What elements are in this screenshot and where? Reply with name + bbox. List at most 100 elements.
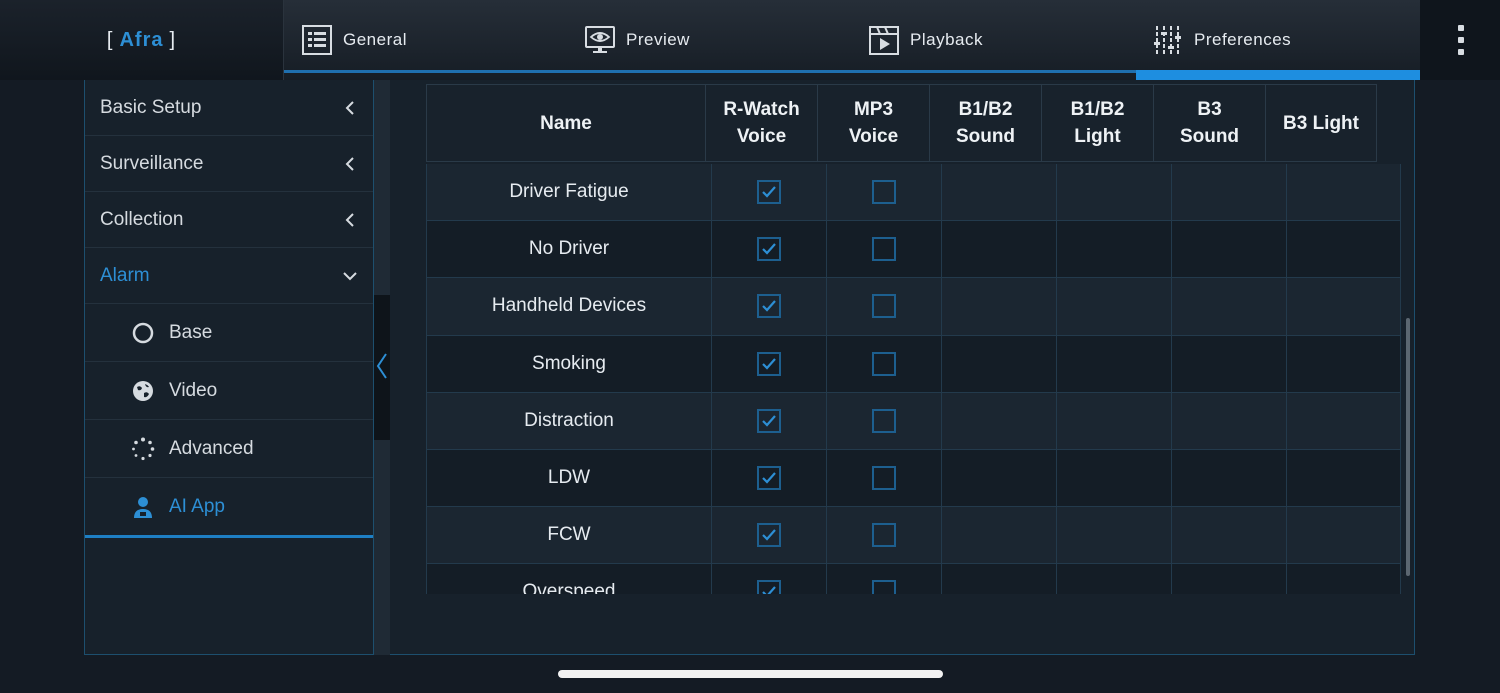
column-header-label: B1/B2 [958, 99, 1013, 120]
empty-cell [1287, 335, 1401, 393]
sidebar-subitem-label: Advanced [169, 437, 254, 459]
column-header: B1/B2 Light [1041, 84, 1153, 162]
empty-cell [1287, 278, 1401, 336]
film-play-icon [869, 26, 899, 55]
sidebar-subitem-base[interactable]: Base [85, 304, 373, 362]
sidebar-item-label: Collection [100, 208, 184, 230]
table-row: Overspeed [426, 564, 1401, 594]
checkbox-unchecked[interactable] [872, 351, 896, 376]
column-header-label: B1/B2 [1070, 99, 1125, 120]
empty-cell [942, 564, 1057, 594]
table-row: Distraction [426, 392, 1401, 450]
mp3-voice-cell [827, 278, 942, 336]
table-row: No Driver [426, 221, 1401, 279]
checkbox-checked[interactable] [757, 466, 781, 491]
mp3-voice-cell [827, 392, 942, 450]
name-cell: Handheld Devices [426, 278, 712, 336]
tab-playback-label: Playback [910, 30, 983, 49]
empty-cell [1172, 449, 1287, 508]
sidebar-subitem-label: Base [169, 321, 213, 343]
checkbox-unchecked[interactable] [872, 523, 896, 548]
tab-preview-label: Preview [626, 30, 690, 49]
chevron-left-icon [345, 156, 354, 171]
tab-preview[interactable]: Preview [584, 0, 690, 80]
checkbox-unchecked[interactable] [872, 466, 896, 491]
tab-general[interactable]: General [301, 0, 407, 80]
mp3-voice-cell [827, 449, 942, 508]
tab-general-label: General [343, 30, 407, 49]
column-header-label: B3 [1197, 99, 1222, 120]
empty-cell [942, 449, 1057, 508]
mp3-voice-cell [827, 164, 942, 222]
chevron-down-icon [343, 271, 357, 280]
collapse-arrow-icon [376, 353, 387, 379]
checkbox-unchecked[interactable] [872, 294, 896, 319]
checkbox-unchecked[interactable] [872, 237, 896, 262]
name-cell: Smoking [426, 335, 712, 393]
dotted-circle-icon [132, 437, 155, 460]
empty-cell [1057, 564, 1172, 594]
checkbox-unchecked[interactable] [872, 180, 896, 205]
name-cell: Overspeed [426, 564, 712, 594]
empty-cell [1057, 335, 1172, 393]
table-row: LDW [426, 449, 1401, 508]
empty-cell [1287, 507, 1401, 565]
name-cell: Distraction [426, 392, 712, 450]
brand-logo: [ Afra ] [0, 0, 284, 80]
table-row: Smoking [426, 335, 1401, 393]
name-cell: Driver Fatigue [426, 164, 712, 222]
tab-preferences[interactable]: Preferences [1152, 0, 1291, 80]
top-bar: [ Afra ] General Preview Playback Prefer… [0, 0, 1500, 80]
column-header: B3 Light [1265, 84, 1377, 162]
monitor-eye-icon [585, 26, 615, 53]
sidebar: Basic Setup Surveillance Collection Alar… [84, 80, 374, 655]
checkbox-checked[interactable] [757, 523, 781, 548]
table-scrollbar[interactable] [1406, 318, 1410, 576]
sidebar-item-alarm[interactable]: Alarm [85, 248, 373, 304]
column-header-label: MP3 [853, 99, 894, 120]
empty-cell [1172, 278, 1287, 336]
checkbox-checked[interactable] [757, 408, 781, 433]
checkbox-checked[interactable] [757, 294, 781, 319]
brand-bracket-close: ] [169, 28, 177, 51]
sidebar-subitem-advanced[interactable]: Advanced [85, 420, 373, 478]
more-menu-button[interactable] [1421, 0, 1500, 80]
rwatch-voice-cell [712, 392, 827, 450]
sidebar-item-label: Surveillance [100, 152, 204, 174]
empty-cell [942, 278, 1057, 336]
sidebar-subitem-label: AI App [169, 495, 225, 517]
active-tab-indicator [1136, 70, 1420, 80]
empty-cell [1287, 564, 1401, 594]
empty-cell [1287, 164, 1401, 222]
checkbox-unchecked[interactable] [872, 408, 896, 433]
tab-playback[interactable]: Playback [868, 0, 983, 80]
sidebar-item-surveillance[interactable]: Surveillance [85, 136, 373, 192]
empty-cell [1057, 507, 1172, 565]
checkbox-checked[interactable] [757, 237, 781, 262]
ai-app-settings-panel: Name R-Watch Voice MP3 Voice B1/B2 Sound B1/B2 L… [390, 80, 1415, 655]
home-indicator[interactable] [558, 670, 943, 678]
column-header-label: B3 Light [1283, 112, 1359, 134]
sliders-icon [1154, 26, 1181, 54]
checkbox-unchecked[interactable] [872, 580, 896, 594]
checkbox-checked[interactable] [757, 580, 781, 594]
sidebar-item-collection[interactable]: Collection [85, 192, 373, 248]
checkbox-checked[interactable] [757, 351, 781, 376]
column-header: Name [426, 84, 705, 162]
empty-cell [1057, 278, 1172, 336]
sidebar-item-label: Basic Setup [100, 96, 202, 118]
column-header-label: Light [1074, 126, 1121, 147]
main-tabs: General Preview Playback Preferences [284, 0, 1420, 80]
sidebar-item-basic-setup[interactable]: Basic Setup [85, 80, 373, 136]
empty-cell [1057, 392, 1172, 450]
empty-cell [942, 335, 1057, 393]
name-cell: No Driver [426, 221, 712, 279]
sidebar-collapse-strip[interactable] [374, 80, 390, 655]
sidebar-subitem-video[interactable]: Video [85, 362, 373, 420]
name-cell: FCW [426, 507, 712, 565]
table-header: Name R-Watch Voice MP3 Voice B1/B2 Sound B1/B2 L… [426, 84, 1377, 162]
checkbox-checked[interactable] [757, 180, 781, 205]
sidebar-subitem-ai-app[interactable]: AI App [85, 478, 373, 538]
column-header: MP3 Voice [817, 84, 929, 162]
table-row: Driver Fatigue [426, 164, 1401, 222]
